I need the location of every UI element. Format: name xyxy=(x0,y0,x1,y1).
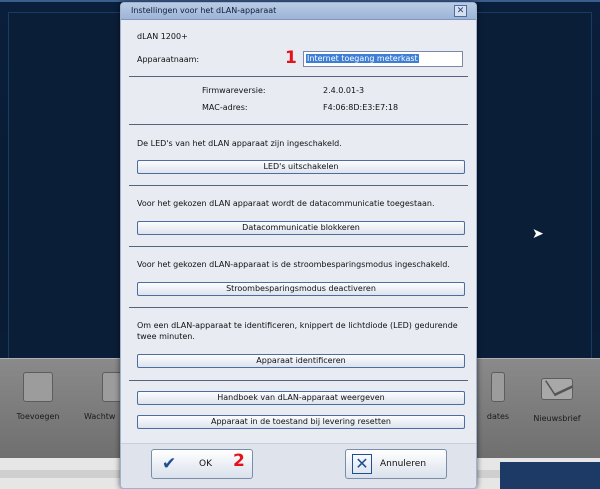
power-saving-button[interactable]: Stroombesparingsmodus deactiveren xyxy=(137,282,465,296)
divider xyxy=(129,185,468,186)
checkmark-icon: ✔ xyxy=(162,454,177,474)
led-toggle-button[interactable]: LED's uitschakelen xyxy=(137,160,465,174)
annotation-marker-2: 2 xyxy=(233,451,245,471)
toolbar-add[interactable]: Toevoegen xyxy=(3,372,73,421)
divider xyxy=(129,76,468,77)
mouse-cursor-icon: ➤ xyxy=(532,226,544,242)
cancel-x-icon: ✕ xyxy=(352,454,372,474)
device-name-label: Apparaatnaam: xyxy=(137,55,200,64)
add-device-icon xyxy=(23,372,53,402)
toolbar-password-label: Wachtw xyxy=(84,412,116,421)
mac-value: F4:06:8D:E3:E7:18 xyxy=(323,103,399,112)
device-settings-dialog: Instellingen voor het dLAN-apparaat ✕ dL… xyxy=(120,2,477,489)
app-status-panel xyxy=(500,462,600,489)
cancel-label: Annuleren xyxy=(380,459,427,469)
firmware-value: 2.4.0.01-3 xyxy=(323,86,365,95)
data-status-text: Voor het gekozen dLAN apparaat wordt de … xyxy=(137,199,435,208)
toolbar-updates-label: dates xyxy=(486,412,510,421)
device-name-value: Internet toegang meterkast xyxy=(306,54,419,63)
envelope-icon xyxy=(541,378,573,400)
ok-label: OK xyxy=(199,459,212,469)
block-data-button[interactable]: Datacommunicatie blokkeren xyxy=(137,221,465,235)
toolbar-password[interactable]: Wachtw xyxy=(84,372,132,421)
led-status-text: De LED's van het dLAN apparaat zijn inge… xyxy=(137,139,342,148)
divider xyxy=(129,246,468,247)
show-manual-button[interactable]: Handboek van dLAN-apparaat weergeven xyxy=(137,391,465,405)
close-icon: ✕ xyxy=(456,6,465,16)
toolbar-add-label: Toevoegen xyxy=(16,412,60,421)
annotation-marker-1: 1 xyxy=(285,48,297,68)
dialog-titlebar[interactable]: Instellingen voor het dLAN-apparaat ✕ xyxy=(121,3,476,20)
toolbar-newsletter[interactable]: Nieuwsbrief xyxy=(522,372,592,423)
device-model: dLAN 1200+ xyxy=(137,32,188,41)
power-status-text: Voor het gekozen dLAN-apparaat is de str… xyxy=(137,260,450,269)
toolbar-updates[interactable]: dates xyxy=(478,372,518,421)
divider xyxy=(129,380,468,381)
toolbar-newsletter-label: Nieuwsbrief xyxy=(533,414,581,423)
dialog-title: Instellingen voor het dLAN-apparaat xyxy=(131,6,277,15)
divider xyxy=(129,307,468,308)
download-icon xyxy=(491,372,505,402)
firmware-label: Firmwareversie: xyxy=(202,86,266,95)
identify-text: Om een dLAN-apparaat te identificeren, k… xyxy=(137,321,458,341)
cancel-button[interactable]: ✕ Annuleren xyxy=(345,449,447,479)
device-name-input[interactable]: Internet toegang meterkast xyxy=(303,51,463,67)
identify-device-button[interactable]: Apparaat identificeren xyxy=(137,354,465,368)
mac-label: MAC-adres: xyxy=(202,103,248,112)
close-button[interactable]: ✕ xyxy=(454,5,467,17)
divider xyxy=(129,124,468,125)
factory-reset-button[interactable]: Apparaat in de toestand bij levering res… xyxy=(137,415,465,429)
